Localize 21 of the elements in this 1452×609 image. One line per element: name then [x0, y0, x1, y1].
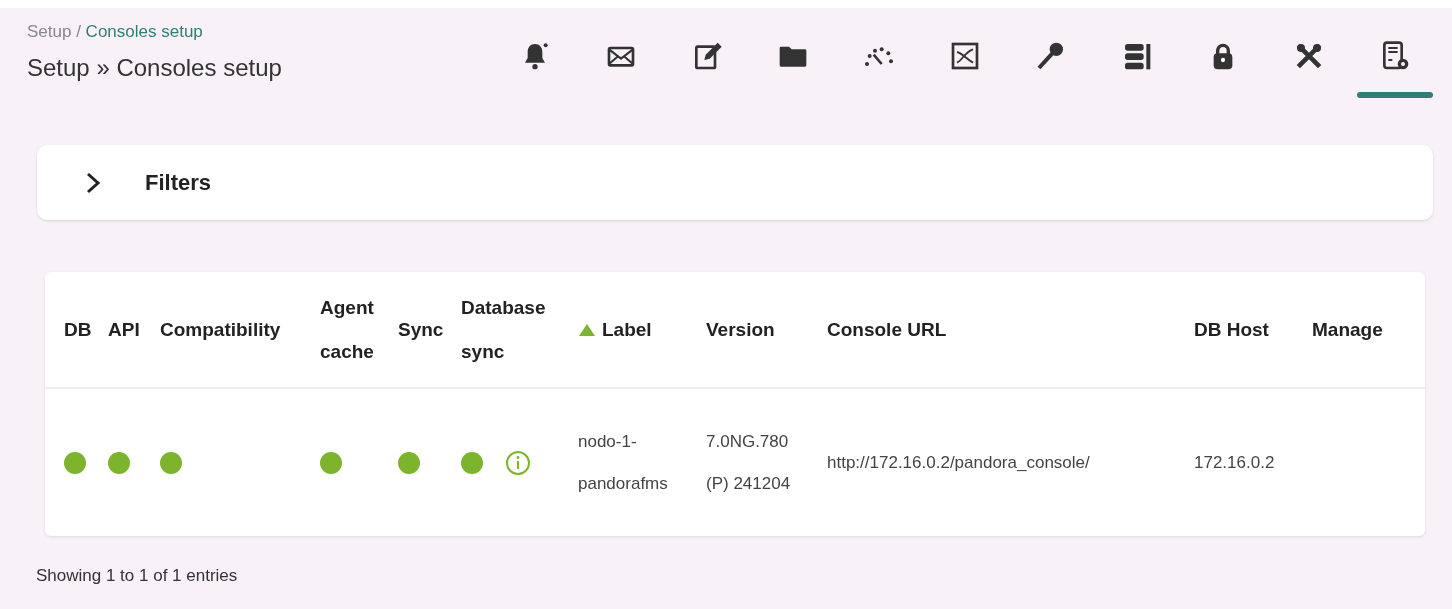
column-header[interactable]: Console URL — [827, 307, 1190, 352]
column-header[interactable]: Sync — [398, 307, 457, 352]
filters-toggle[interactable]: Filters — [85, 169, 212, 196]
column-header[interactable]: Label — [602, 307, 652, 352]
page-title: Setup » Consoles setup — [27, 54, 282, 82]
table-cell: 172.16.0.2 — [1194, 452, 1275, 472]
column-header[interactable]: DB — [64, 307, 104, 352]
column-header[interactable]: API — [108, 307, 156, 352]
entries-info: Showing 1 to 1 of 1 entries — [36, 566, 239, 586]
column-header[interactable]: Manage — [1312, 307, 1421, 352]
table-cell: nodo-1-pandorafms — [578, 431, 668, 493]
table-cell-text: 7.0NG.780 (P) 241204 — [706, 430, 792, 495]
chevron-icon — [85, 171, 101, 194]
column-header[interactable]: Database sync — [461, 285, 574, 374]
column-header[interactable]: DB Host — [1194, 307, 1308, 352]
breadcrumb-link[interactable]: Consoles setup — [85, 22, 203, 41]
table-cell: http://172.16.0.2/pandora_console/ — [827, 452, 1090, 472]
column-header[interactable]: Compatibility — [160, 307, 316, 352]
column-header[interactable]: Agent cache — [320, 285, 394, 374]
breadcrumb-parent: Setup / — [27, 22, 82, 41]
column-header[interactable]: Version — [706, 307, 823, 352]
